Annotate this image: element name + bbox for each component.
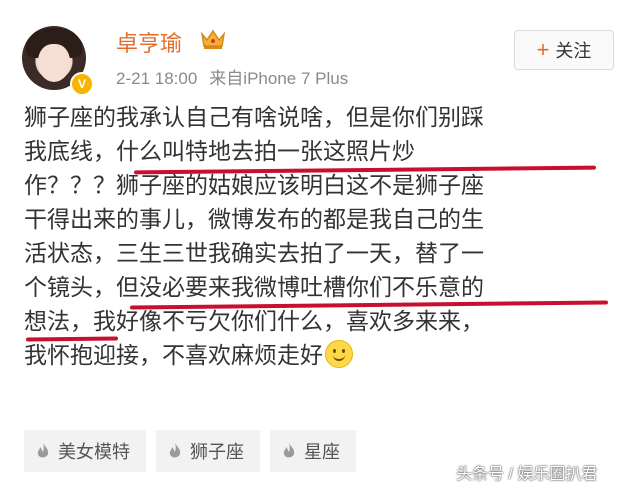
post-time[interactable]: 2-21 18:00 xyxy=(116,69,197,88)
post-line: 个镜头，但没必要来我微博吐槽你们不乐意的 xyxy=(24,274,484,300)
post-line: 我怀抱迎接，不喜欢麻烦走好 xyxy=(24,342,323,368)
tag-label: 美女模特 xyxy=(58,442,130,462)
flame-icon xyxy=(37,443,49,458)
plus-icon: + xyxy=(536,37,550,62)
smile-emoji-icon xyxy=(325,340,353,368)
follow-label: 关注 xyxy=(555,41,592,61)
post-source: 来自iPhone 7 Plus xyxy=(209,69,349,88)
post-line: 我底线，什么叫特地去拍一张这照片炒 xyxy=(24,138,415,164)
post-line: 干得出来的事儿，微博发布的都是我自己的生 xyxy=(24,206,484,232)
post-line: 活状态，三生三世我确实去拍了一天，替了一 xyxy=(24,240,484,266)
post-content: 狮子座的我承认自己有啥说啥，但是你们别踩 我底线，什么叫特地去拍一张这照片炒 作… xyxy=(24,100,624,372)
post-meta: 2-21 18:00 来自iPhone 7 Plus xyxy=(116,64,348,89)
tag-list: 美女模特 狮子座 星座 xyxy=(24,430,356,472)
tag-item[interactable]: 美女模特 xyxy=(24,430,146,472)
flame-icon xyxy=(169,443,181,458)
post-line: 作？？？狮子座的姑娘应该明白这不是狮子座 xyxy=(24,172,484,198)
follow-button[interactable]: + 关注 xyxy=(514,30,614,70)
verified-badge: V xyxy=(70,72,94,96)
flame-icon xyxy=(283,443,295,458)
avatar-face xyxy=(38,44,70,82)
post-line: 想法，我好像不亏欠你们什么，喜欢多来来， xyxy=(24,308,484,334)
post-line: 狮子座的我承认自己有啥说啥，但是你们别踩 xyxy=(24,104,484,130)
tag-label: 狮子座 xyxy=(190,442,244,462)
username[interactable]: 卓亨瑜 xyxy=(116,26,182,58)
post-line-last: 我怀抱迎接，不喜欢麻烦走好 xyxy=(24,338,624,372)
tag-item[interactable]: 星座 xyxy=(270,430,356,472)
watermark: 头条号 / 娱乐圈扒君 xyxy=(456,466,598,483)
crown-icon xyxy=(200,29,226,49)
tag-item[interactable]: 狮子座 xyxy=(156,430,260,472)
tag-label: 星座 xyxy=(304,442,340,462)
